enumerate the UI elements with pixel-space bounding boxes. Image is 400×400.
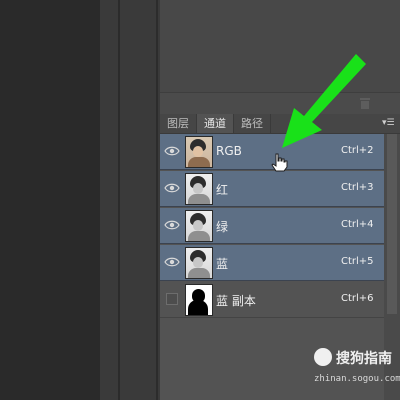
channel-thumbnail <box>185 247 213 279</box>
watermark-brand: 搜狗指南 <box>336 351 392 367</box>
channel-label: 红 <box>216 183 229 197</box>
hand-cursor-icon <box>271 153 288 172</box>
tab-paths[interactable]: 路径 <box>234 114 271 133</box>
channel-shortcut: Ctrl+3 <box>341 182 374 193</box>
channel-shortcut: Ctrl+4 <box>341 219 374 230</box>
eye-icon[interactable] <box>164 217 180 233</box>
scrollbar-thumb[interactable] <box>387 134 397 314</box>
tab-channels[interactable]: 通道 <box>197 114 234 133</box>
channel-thumbnail <box>185 173 213 205</box>
channel-row-blue-copy[interactable]: 蓝 副本 Ctrl+6 <box>160 282 384 318</box>
toolbar-strip <box>100 0 160 400</box>
channel-row-red[interactable]: 红 Ctrl+3 <box>160 171 384 207</box>
sogou-logo-icon <box>314 348 332 366</box>
eye-icon[interactable] <box>164 180 180 196</box>
tab-layers[interactable]: 图层 <box>160 114 197 133</box>
channel-label: 蓝 副本 <box>216 294 256 308</box>
watermark-url: zhinan.sogou.com <box>314 374 400 384</box>
panel-menu-icon[interactable]: ▾☰ <box>382 118 396 128</box>
eye-icon[interactable] <box>164 254 180 270</box>
eye-icon[interactable] <box>164 143 180 159</box>
channel-label: 绿 <box>216 220 229 234</box>
channel-row-green[interactable]: 绿 Ctrl+4 <box>160 208 384 244</box>
visibility-checkbox[interactable] <box>166 293 178 305</box>
channel-label: 蓝 <box>216 257 229 271</box>
arrow-annotation-icon <box>282 54 366 148</box>
canvas-left-area <box>0 0 100 400</box>
channel-row-blue[interactable]: 蓝 Ctrl+5 <box>160 245 384 281</box>
channel-shortcut: Ctrl+5 <box>341 256 374 267</box>
watermark: 搜狗指南 zhinan.sogou.com <box>314 346 400 394</box>
channel-thumbnail <box>185 284 213 316</box>
divider-line <box>156 0 158 400</box>
divider-line <box>118 0 120 400</box>
channel-thumbnail <box>185 210 213 242</box>
channel-thumbnail <box>185 136 213 168</box>
channel-label: RGB <box>216 144 242 158</box>
channel-shortcut: Ctrl+6 <box>341 293 374 304</box>
